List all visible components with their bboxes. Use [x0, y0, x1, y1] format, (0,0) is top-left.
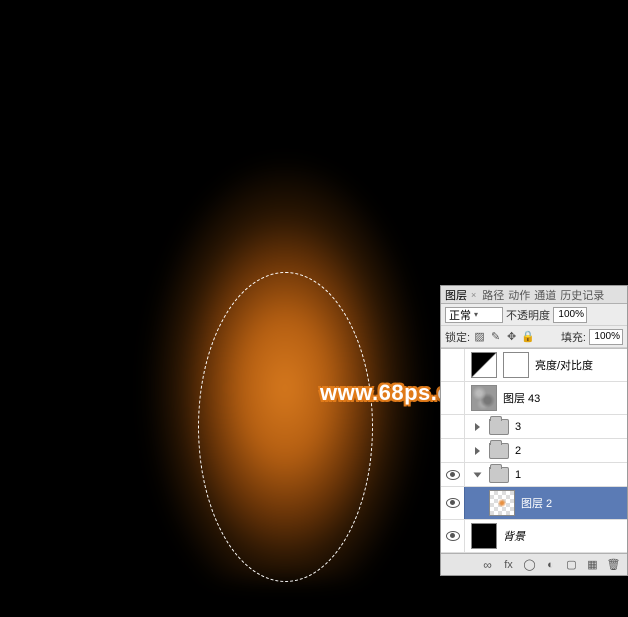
layer-visibility-toggle[interactable]: [441, 349, 465, 381]
layer-group-1[interactable]: 1: [441, 463, 627, 487]
adjustment-thumb-icon: [471, 352, 497, 378]
layer-visibility-toggle[interactable]: [441, 487, 465, 519]
panel-footer: ∞ fx ◯ ◐ ▢ ▦ 🗑: [441, 553, 627, 575]
layer-name: 1: [515, 469, 521, 481]
lock-paint-icon[interactable]: ✎: [489, 330, 502, 343]
opacity-label: 不透明度: [506, 307, 550, 323]
blend-mode-select[interactable]: 正常 ▾: [445, 307, 503, 323]
layer-visibility-toggle[interactable]: [441, 382, 465, 414]
lock-all-icon[interactable]: 🔒: [521, 330, 534, 343]
layer-brightness-contrast[interactable]: 亮度/对比度: [441, 349, 627, 382]
folder-icon: [489, 467, 509, 483]
opacity-value: 100%: [558, 309, 584, 320]
layer-group-2[interactable]: 2: [441, 439, 627, 463]
lock-icons-group: ▨ ✎ ✥ 🔒: [473, 330, 534, 343]
lock-fill-row: 锁定: ▨ ✎ ✥ 🔒 填充: 100%: [441, 326, 627, 348]
chevron-down-icon: ▾: [474, 310, 478, 319]
tab-paths[interactable]: 路径: [482, 287, 504, 303]
tab-history[interactable]: 历史记录: [560, 287, 604, 303]
eye-icon: [446, 470, 460, 480]
new-layer-icon[interactable]: ▦: [585, 558, 600, 572]
layer-name: 图层 43: [503, 390, 540, 406]
layer-name: 3: [515, 421, 521, 433]
collapse-triangle-icon[interactable]: [471, 471, 483, 479]
layer-name: 背景: [503, 528, 525, 544]
layer-43[interactable]: 图层 43: [441, 382, 627, 415]
layer-visibility-toggle[interactable]: [441, 415, 465, 438]
expand-triangle-icon[interactable]: [471, 447, 483, 455]
add-adjustment-icon[interactable]: ◐: [543, 558, 558, 572]
layer-visibility-toggle[interactable]: [441, 520, 465, 552]
link-layers-icon[interactable]: ∞: [480, 558, 495, 572]
lock-transparency-icon[interactable]: ▨: [473, 330, 486, 343]
tab-layers[interactable]: 图层: [445, 287, 467, 303]
layer-group-3[interactable]: 3: [441, 415, 627, 439]
layer-name: 2: [515, 445, 521, 457]
lock-position-icon[interactable]: ✥: [505, 330, 518, 343]
panel-tabs: 图层 × 路径 动作 通道 历史记录: [441, 286, 627, 304]
folder-icon: [489, 419, 509, 435]
layers-panel: 图层 × 路径 动作 通道 历史记录 正常 ▾ 不透明度 100% 锁定: ▨ …: [440, 285, 628, 576]
fx-icon[interactable]: fx: [501, 558, 516, 572]
tab-close-icon[interactable]: ×: [471, 290, 476, 300]
layer-name: 亮度/对比度: [535, 357, 593, 373]
fill-input[interactable]: 100%: [589, 329, 623, 345]
layer-thumb-icon: [471, 385, 497, 411]
layers-list: 亮度/对比度 图层 43 3 2: [441, 348, 627, 553]
opacity-input[interactable]: 100%: [553, 307, 587, 323]
layer-thumb-icon: [471, 523, 497, 549]
fill-label: 填充:: [561, 329, 586, 345]
lock-label: 锁定:: [445, 329, 470, 345]
layer-name: 图层 2: [521, 495, 552, 511]
layer-background[interactable]: 背景: [441, 520, 627, 553]
tab-actions[interactable]: 动作: [508, 287, 530, 303]
delete-layer-icon[interactable]: 🗑: [606, 558, 621, 572]
blend-opacity-row: 正常 ▾ 不透明度 100%: [441, 304, 627, 326]
expand-triangle-icon[interactable]: [471, 423, 483, 431]
tab-channels[interactable]: 通道: [534, 287, 556, 303]
layer-2[interactable]: 图层 2: [441, 487, 627, 520]
fill-value: 100%: [594, 331, 620, 342]
layer-visibility-toggle[interactable]: [441, 463, 465, 486]
mask-thumb-icon: [503, 352, 529, 378]
blend-mode-value: 正常: [449, 307, 471, 323]
elliptical-selection-marquee: [198, 272, 373, 582]
layer-thumb-icon: [489, 490, 515, 516]
add-mask-icon[interactable]: ◯: [522, 558, 537, 572]
eye-icon: [446, 498, 460, 508]
layer-visibility-toggle[interactable]: [441, 439, 465, 462]
folder-icon: [489, 443, 509, 459]
new-group-icon[interactable]: ▢: [564, 558, 579, 572]
eye-icon: [446, 531, 460, 541]
